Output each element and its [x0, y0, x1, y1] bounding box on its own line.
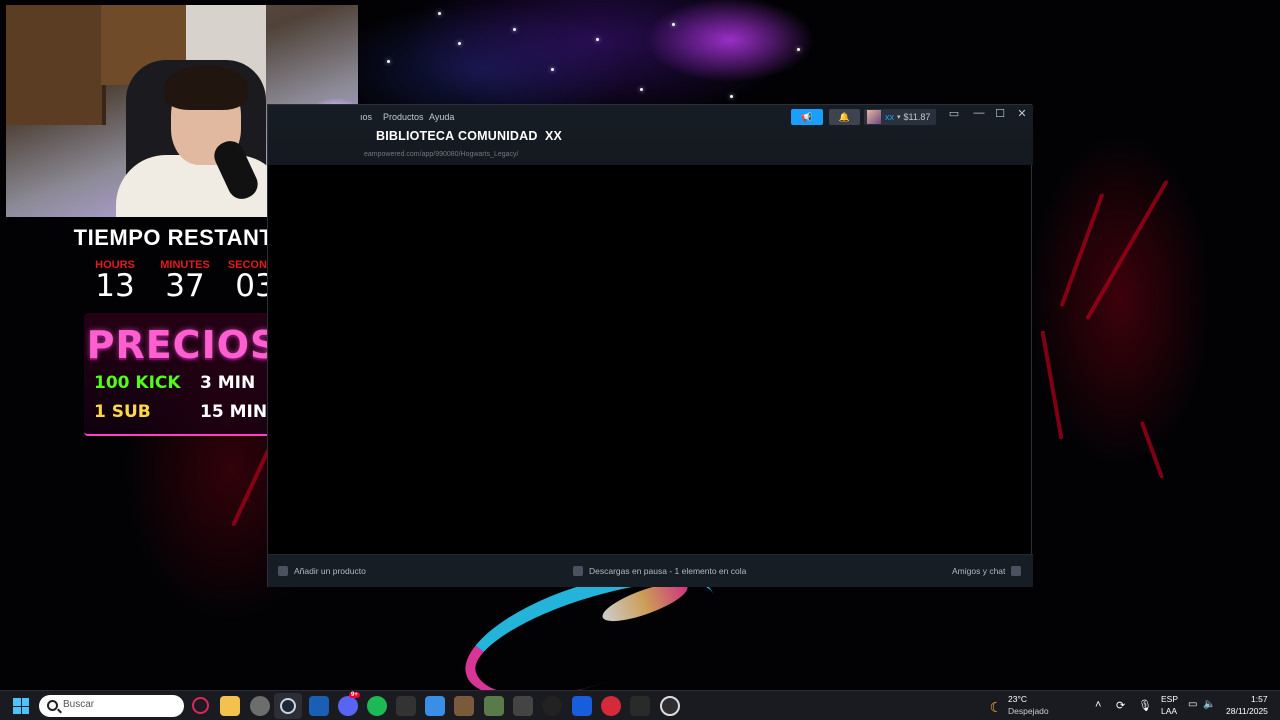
price-sub-item: 1 SUB	[94, 402, 151, 422]
menu-item-views[interactable]: ıos	[360, 112, 372, 122]
sync-icon[interactable]: ⟳	[1116, 699, 1125, 712]
avatar	[867, 110, 881, 124]
tray-chevron-up-icon[interactable]: ˄	[1095, 699, 1101, 711]
chevron-down-icon: ▾	[897, 114, 901, 121]
windows-start-icon[interactable]	[13, 698, 29, 714]
epic-icon[interactable]	[630, 696, 650, 716]
moon-weather-icon[interactable]: ☾	[986, 697, 1006, 717]
search-placeholder: Buscar	[63, 699, 95, 710]
big-picture-icon[interactable]: ▭	[943, 107, 965, 123]
taskbar-search[interactable]: Buscar	[39, 695, 184, 717]
downloads-status[interactable]: Descargas en pausa - 1 elemento en cola	[573, 566, 746, 576]
price-sub-time: 15 MIN	[200, 402, 268, 422]
weather-temp[interactable]: 23°C	[1008, 694, 1027, 704]
nav-community[interactable]: COMUNIDAD	[458, 129, 538, 143]
shield-app-icon[interactable]	[309, 696, 329, 716]
prices-panel: PRECIOS 100 KICK 3 MIN 1 SUB 15 MIN	[84, 313, 281, 436]
maximize-icon[interactable]: ☐	[989, 107, 1011, 123]
bitwarden-icon[interactable]	[572, 696, 592, 716]
volume-icon[interactable]: 🔈	[1203, 699, 1215, 710]
timer-hours: HOURS 13	[85, 259, 145, 304]
friends-icon	[1011, 566, 1022, 576]
spotify-icon[interactable]	[367, 696, 387, 716]
steam-header: ıos Productos Ayuda BIBLIOTECA COMUNIDAD…	[268, 105, 1033, 165]
download-icon	[573, 566, 583, 576]
game-icon[interactable]	[454, 696, 474, 716]
url-bar[interactable]: eampowered.com/app/990080/Hogwarts_Legac…	[364, 151, 519, 158]
weather-desc[interactable]: Despejado	[1008, 706, 1049, 716]
bm-app-icon[interactable]	[396, 696, 416, 716]
steam-icon[interactable]	[274, 693, 302, 719]
car-icon[interactable]	[513, 696, 533, 716]
add-product-button[interactable]: Añadir un producto	[278, 566, 366, 576]
red-app-icon[interactable]	[601, 696, 621, 716]
logitech-icon[interactable]	[542, 696, 562, 716]
network-icon[interactable]: ▭	[1188, 699, 1197, 710]
opera-gx-icon[interactable]	[192, 697, 209, 714]
notepad-icon[interactable]	[425, 696, 445, 716]
plus-icon	[278, 566, 288, 576]
timer-row: HOURS 13 MINUTES 37 SECONDS 03	[85, 259, 285, 304]
friends-chat-button[interactable]: Amigos y chat	[952, 566, 1022, 576]
megaphone-icon: 📢	[801, 111, 813, 122]
nav-profile[interactable]: XX	[545, 129, 562, 143]
wallet-balance: $11.87	[903, 112, 931, 122]
discord-badge: 9+	[349, 692, 360, 698]
menu-item-help[interactable]: Ayuda	[429, 112, 454, 122]
add-product-label: Añadir un producto	[294, 566, 366, 576]
bell-icon: 🔔	[838, 111, 851, 122]
timer-minutes: MINUTES 37	[155, 259, 215, 304]
announcements-button[interactable]: 📢	[791, 109, 823, 125]
language-top[interactable]: ESP	[1161, 694, 1178, 704]
account-menu-button[interactable]: xx ▾ $11.87	[864, 109, 936, 125]
account-name: xx	[885, 112, 894, 122]
microphone-icon[interactable]: 🎙	[1138, 699, 1152, 712]
steam-footer: Añadir un producto Descargas en pausa - …	[268, 554, 1033, 587]
price-kick-time: 3 MIN	[200, 373, 256, 393]
game2-icon[interactable]	[484, 696, 504, 716]
timer-minutes-value: 37	[165, 268, 205, 304]
price-kick-item: 100 KICK	[94, 373, 181, 393]
menu-item-products[interactable]: Productos	[383, 112, 424, 122]
clock-time[interactable]: 1:57	[1251, 694, 1268, 704]
notifications-button[interactable]: 🔔	[829, 109, 860, 125]
windows-taskbar: Buscar 9+ ☾ 23°C Despejado ˄ ⟳ 🎙 ESP LAA…	[0, 690, 1280, 720]
timer-hours-value: 13	[95, 268, 135, 304]
friends-chat-label: Amigos y chat	[952, 566, 1006, 576]
obs-icon[interactable]	[660, 696, 680, 716]
file-explorer-icon[interactable]	[220, 696, 240, 716]
close-icon[interactable]: ✕	[1011, 107, 1033, 123]
prices-title: PRECIOS	[86, 323, 279, 367]
chrome-icon[interactable]	[250, 696, 270, 716]
nav-library[interactable]: BIBLIOTECA	[376, 129, 454, 143]
steam-window: ıos Productos Ayuda BIBLIOTECA COMUNIDAD…	[267, 104, 1033, 587]
downloads-label: Descargas en pausa - 1 elemento en cola	[589, 566, 747, 576]
language-bottom[interactable]: LAA	[1161, 706, 1177, 716]
minimize-icon[interactable]: —	[968, 107, 990, 123]
discord-icon[interactable]: 9+	[338, 692, 360, 716]
search-icon	[47, 700, 58, 711]
clock-date[interactable]: 28/11/2025	[1226, 706, 1268, 716]
